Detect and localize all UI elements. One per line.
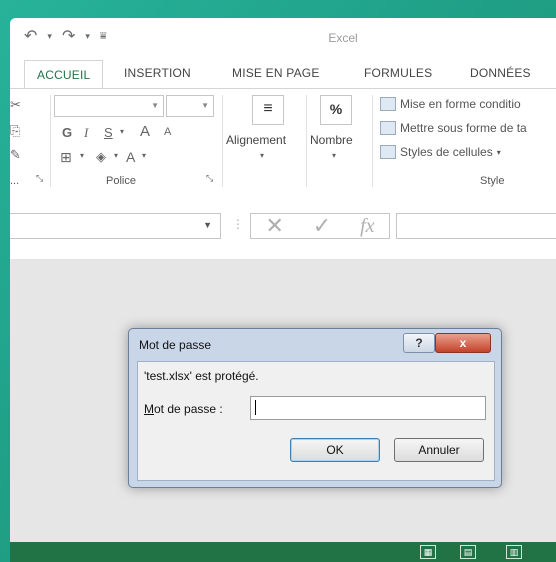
formula-bar: ▼ ⋮ ✕ ✓ fx <box>10 193 556 259</box>
password-input[interactable] <box>250 396 486 420</box>
protected-message: 'test.xlsx' est protégé. <box>144 369 259 383</box>
formula-buttons: ✕ ✓ fx <box>250 213 390 239</box>
alignment-label[interactable]: Alignement <box>226 133 286 147</box>
font-size-combo[interactable]: ▼ <box>166 95 214 117</box>
password-label: Mot de passe : <box>144 402 223 416</box>
bold-button[interactable]: G <box>62 125 72 140</box>
formula-input[interactable] <box>396 213 556 239</box>
grow-font-button[interactable]: A <box>140 123 150 140</box>
app-title: Excel <box>328 31 358 45</box>
status-bar: ▦ ▤ ▥ <box>10 542 556 562</box>
enter-entry-icon[interactable]: ✓ <box>313 213 331 239</box>
format-painter-icon[interactable]: ✎ <box>10 147 21 163</box>
chevron-down-icon: ▼ <box>201 101 209 110</box>
cell-styles-button[interactable]: Styles de cellules ▾ <box>380 145 501 159</box>
help-button[interactable]: ? <box>403 333 435 353</box>
chevron-down-icon: ▾ <box>496 147 501 157</box>
cancel-entry-icon[interactable]: ✕ <box>265 213 283 239</box>
chevron-down-icon: ▼ <box>151 101 159 110</box>
conditional-formatting-button[interactable]: Mise en forme conditio <box>380 97 521 111</box>
password-dialog: Mot de passe ? x 'test.xlsx' est protégé… <box>128 328 502 488</box>
formula-bar-grip: ⋮ <box>232 217 244 231</box>
page-layout-view-icon[interactable]: ▤ <box>460 545 476 559</box>
tab-mise-en-page[interactable]: MISE EN PAGE <box>232 66 320 80</box>
alignment-dropdown-icon[interactable]: ▾ <box>260 151 264 160</box>
close-button[interactable]: x <box>435 333 491 353</box>
font-launcher-icon[interactable]: ⤡ <box>206 173 213 184</box>
normal-view-icon[interactable]: ▦ <box>420 545 436 559</box>
ribbon: ✂ ⎘ ✎ ... ⤡ ▼ ▼ G I S ▾ A A ⊞ ▾ ◈ ▾ A ▾ … <box>10 88 556 194</box>
clipboard-group-label: ... <box>10 175 20 187</box>
underline-button[interactable]: S <box>104 125 113 140</box>
conditional-formatting-icon <box>380 97 396 111</box>
insert-function-button[interactable]: fx <box>360 215 374 238</box>
number-label[interactable]: Nombre <box>310 133 353 147</box>
borders-dropdown-icon[interactable]: ▾ <box>80 151 84 160</box>
shrink-font-button[interactable]: A <box>164 126 171 138</box>
name-box[interactable]: ▼ <box>10 213 221 239</box>
clipboard-launcher-icon[interactable]: ⤡ <box>36 173 43 184</box>
tab-formules[interactable]: FORMULES <box>364 66 432 80</box>
italic-button[interactable]: I <box>84 125 88 141</box>
tab-insertion[interactable]: INSERTION <box>124 66 191 80</box>
font-group-label: Police <box>106 175 136 187</box>
font-color-button[interactable]: A <box>126 149 135 165</box>
format-as-table-button[interactable]: Mettre sous forme de ta <box>380 121 527 135</box>
fill-color-icon[interactable]: ◈ <box>96 149 106 165</box>
font-name-combo[interactable]: ▼ <box>54 95 164 117</box>
text-caret <box>255 400 256 415</box>
align-icon[interactable]: ≡ <box>252 95 284 125</box>
ok-button[interactable]: OK <box>290 438 380 462</box>
copy-icon[interactable]: ⎘ <box>10 123 20 139</box>
font-color-dropdown-icon[interactable]: ▾ <box>142 151 146 160</box>
dialog-title: Mot de passe <box>139 338 212 352</box>
page-break-view-icon[interactable]: ▥ <box>506 545 522 559</box>
cell-styles-icon <box>380 145 396 159</box>
cancel-button[interactable]: Annuler <box>394 438 484 462</box>
number-format-button[interactable]: % <box>320 95 352 125</box>
title-bar: ↶ ▾ ↷ ▾ ⩸ Excel <box>10 18 556 60</box>
underline-dropdown-icon[interactable]: ▾ <box>120 127 124 136</box>
number-dropdown-icon[interactable]: ▾ <box>332 151 336 160</box>
format-as-table-icon <box>380 121 396 135</box>
fill-dropdown-icon[interactable]: ▾ <box>114 151 118 160</box>
ribbon-tabs: ACCUEIL INSERTION MISE EN PAGE FORMULES … <box>10 60 556 89</box>
tab-donnees[interactable]: DONNÉES <box>470 66 531 80</box>
borders-icon[interactable]: ⊞ <box>60 149 72 166</box>
dialog-body: 'test.xlsx' est protégé. Mot de passe : … <box>137 361 495 481</box>
cut-icon[interactable]: ✂ <box>10 97 21 113</box>
chevron-down-icon: ▼ <box>203 220 212 230</box>
style-group-label: Style <box>480 175 505 187</box>
tab-accueil[interactable]: ACCUEIL <box>24 60 104 89</box>
